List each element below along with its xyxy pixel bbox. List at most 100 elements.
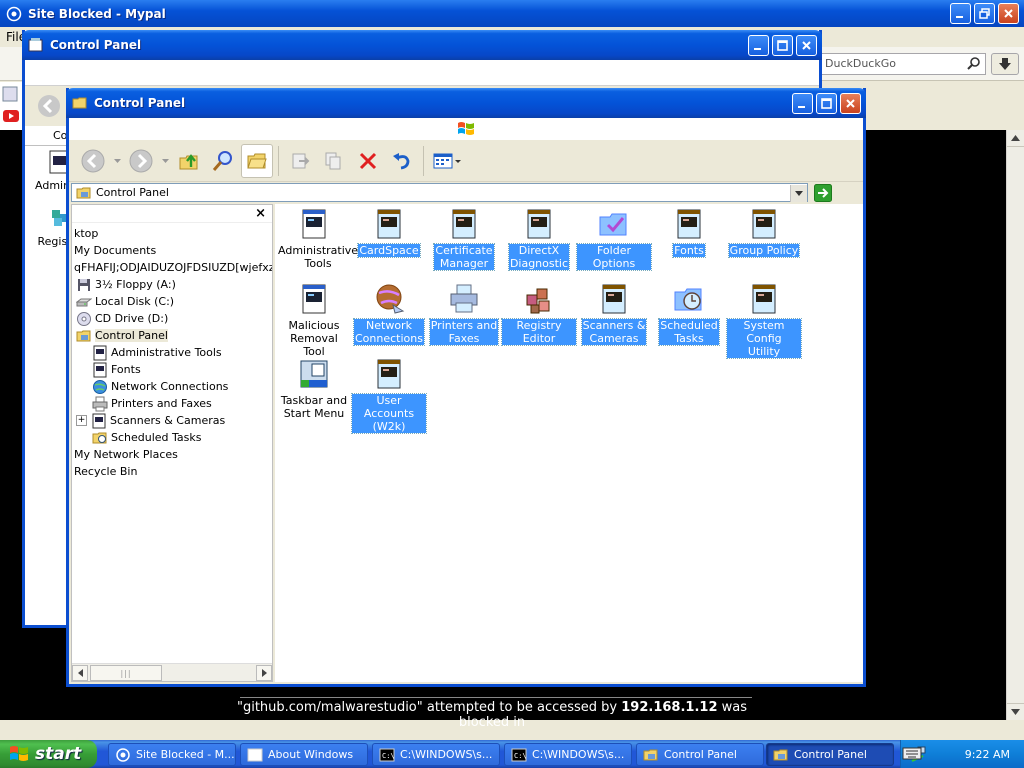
svg-text:C:\: C:\	[382, 752, 395, 760]
back-dropdown[interactable]	[111, 144, 123, 178]
cp-back-title-bar[interactable]: Control Panel	[22, 30, 822, 60]
control-panel-applet[interactable]: Administrative Tools	[277, 208, 358, 270]
browser-title-bar[interactable]: Site Blocked - Mypal	[0, 0, 1024, 27]
minimize-button[interactable]	[748, 34, 769, 56]
tree-item[interactable]: Scheduled Tasks	[74, 429, 272, 446]
applet-label: Scanners & Cameras	[580, 318, 648, 346]
taskbar-button[interactable]: About Windows	[240, 743, 368, 766]
minimize-button[interactable]	[950, 3, 971, 24]
control-panel-applet[interactable]: Malicious Removal Tool	[277, 283, 351, 358]
control-panel-applet[interactable]: Taskbar and Start Menu	[277, 358, 351, 420]
tree-item[interactable]: + Scanners & Cameras	[74, 412, 272, 429]
close-button[interactable]	[840, 92, 861, 114]
download-button[interactable]	[991, 53, 1019, 75]
start-button[interactable]: start	[0, 740, 97, 768]
control-panel-applet[interactable]: Registry Editor	[501, 283, 577, 346]
tree-horizontal-scrollbar[interactable]: |||	[72, 663, 272, 681]
cp-title-bar[interactable]: Control Panel	[66, 88, 866, 118]
up-folder-button[interactable]	[173, 144, 205, 178]
tree-item[interactable]: Administrative Tools	[74, 344, 272, 361]
control-panel-applet[interactable]: DirectX Diagnostic	[502, 208, 576, 271]
scroll-left-icon[interactable]	[72, 665, 88, 681]
keyboard-icon[interactable]	[902, 745, 922, 764]
restore-button[interactable]	[974, 3, 995, 24]
applet-label-line1: Fonts	[674, 244, 704, 257]
taskbar-button[interactable]: Control Panel	[766, 743, 894, 766]
scroll-thumb[interactable]: |||	[90, 665, 162, 681]
taskbar-button[interactable]: C:\ C:\WINDOWS\s...	[372, 743, 500, 766]
tree-item[interactable]: Recycle Bin	[74, 463, 272, 480]
search-icon[interactable]	[967, 56, 981, 73]
tree-item-label: 3½ Floppy (A:)	[95, 278, 176, 291]
scroll-right-icon[interactable]	[256, 665, 272, 681]
applet-icon	[673, 208, 705, 240]
address-dropdown-button[interactable]	[790, 185, 807, 202]
applet-label-line2: Start Menu	[283, 407, 345, 420]
undo-button[interactable]	[386, 144, 418, 178]
search-button[interactable]	[207, 144, 239, 178]
views-button[interactable]	[429, 144, 465, 178]
control-panel-applet[interactable]: Certificate Manager	[427, 208, 501, 271]
minimize-button[interactable]	[792, 92, 813, 114]
delete-button[interactable]	[352, 144, 384, 178]
expand-icon[interactable]: +	[76, 415, 87, 426]
scroll-up-icon[interactable]	[1007, 130, 1024, 147]
address-input[interactable]: Control Panel	[71, 183, 808, 202]
control-panel-applet[interactable]: Fonts	[652, 208, 726, 258]
tree-item[interactable]: Fonts	[74, 361, 272, 378]
tree-item[interactable]: Control Panel	[74, 327, 272, 344]
applet-label-line1: DirectX	[518, 244, 560, 257]
search-input[interactable]: DuckDuckGo	[818, 53, 986, 75]
tree-item-label: Network Connections	[111, 380, 229, 393]
tree-item[interactable]: My Network Places	[74, 446, 272, 463]
copy-to-button[interactable]	[318, 144, 350, 178]
tree-item[interactable]: Printers and Faxes	[74, 395, 272, 412]
move-to-button[interactable]	[284, 144, 316, 178]
windows-flag-icon	[8, 744, 30, 764]
taskbar-button[interactable]: C:\ C:\WINDOWS\s...	[504, 743, 632, 766]
control-panel-applet[interactable]: System Config Utility	[726, 283, 802, 359]
applet-label: Scheduled Tasks	[658, 318, 720, 346]
maximize-button[interactable]	[816, 92, 837, 114]
tree-item[interactable]: Network Connections	[74, 378, 272, 395]
browser-logo-icon	[6, 6, 22, 22]
tree-item[interactable]: CD Drive (D:)	[74, 310, 272, 327]
applet-label-line1: Group Policy	[729, 244, 799, 257]
back-button[interactable]	[77, 144, 109, 178]
fonts-icon	[92, 362, 108, 378]
close-pane-icon[interactable]: ×	[255, 206, 266, 221]
control-panel-applet[interactable]: Folder Options	[576, 208, 652, 271]
tree-item[interactable]: My Documents	[74, 242, 272, 259]
go-button[interactable]	[813, 183, 832, 202]
taskbar-button[interactable]: Control Panel	[636, 743, 764, 766]
scroll-down-icon[interactable]	[1007, 703, 1024, 720]
applet-label: User Accounts (W2k)	[351, 393, 427, 434]
tree-item[interactable]: qFHAFIJ;ODJAIDUZOJFDSIUZD[wjefxzvc	[74, 259, 272, 276]
control-panel-applet[interactable]: User Accounts (W2k)	[351, 358, 427, 434]
browser-scrollbar[interactable]	[1006, 130, 1024, 720]
control-panel-applet[interactable]: CardSpace	[352, 208, 426, 258]
control-panel-applet[interactable]: Scanners & Cameras	[577, 283, 651, 346]
control-panel-icon	[643, 747, 659, 763]
applet-label-line2: Removal Tool	[290, 332, 338, 358]
control-panel-applet[interactable]: Network Connections	[352, 283, 426, 346]
tree-item[interactable]: 3½ Floppy (A:)	[74, 276, 272, 293]
tree-item[interactable]: Local Disk (C:)	[74, 293, 272, 310]
taskbar-button-label: Control Panel	[664, 748, 737, 761]
folders-button[interactable]	[241, 143, 273, 178]
forward-button[interactable]	[125, 144, 157, 178]
applet-label-line2: Tasks	[674, 332, 704, 345]
maximize-button[interactable]	[772, 34, 793, 56]
control-panel-applet[interactable]: Group Policy	[727, 208, 801, 258]
floppy-icon	[76, 277, 92, 293]
close-button[interactable]	[796, 34, 817, 56]
taskbar-button[interactable]: Site Blocked - M...	[108, 743, 236, 766]
control-panel-applet[interactable]: Printers and Faxes	[427, 283, 501, 346]
download-arrow-icon	[999, 58, 1011, 70]
close-button[interactable]	[998, 3, 1019, 24]
forward-dropdown[interactable]	[159, 144, 171, 178]
control-panel-applet[interactable]: Scheduled Tasks	[652, 283, 726, 346]
cd-drive-icon	[76, 311, 92, 327]
clock[interactable]: 9:22 AM	[965, 748, 1010, 761]
tree-item[interactable]: ktop	[74, 225, 272, 242]
